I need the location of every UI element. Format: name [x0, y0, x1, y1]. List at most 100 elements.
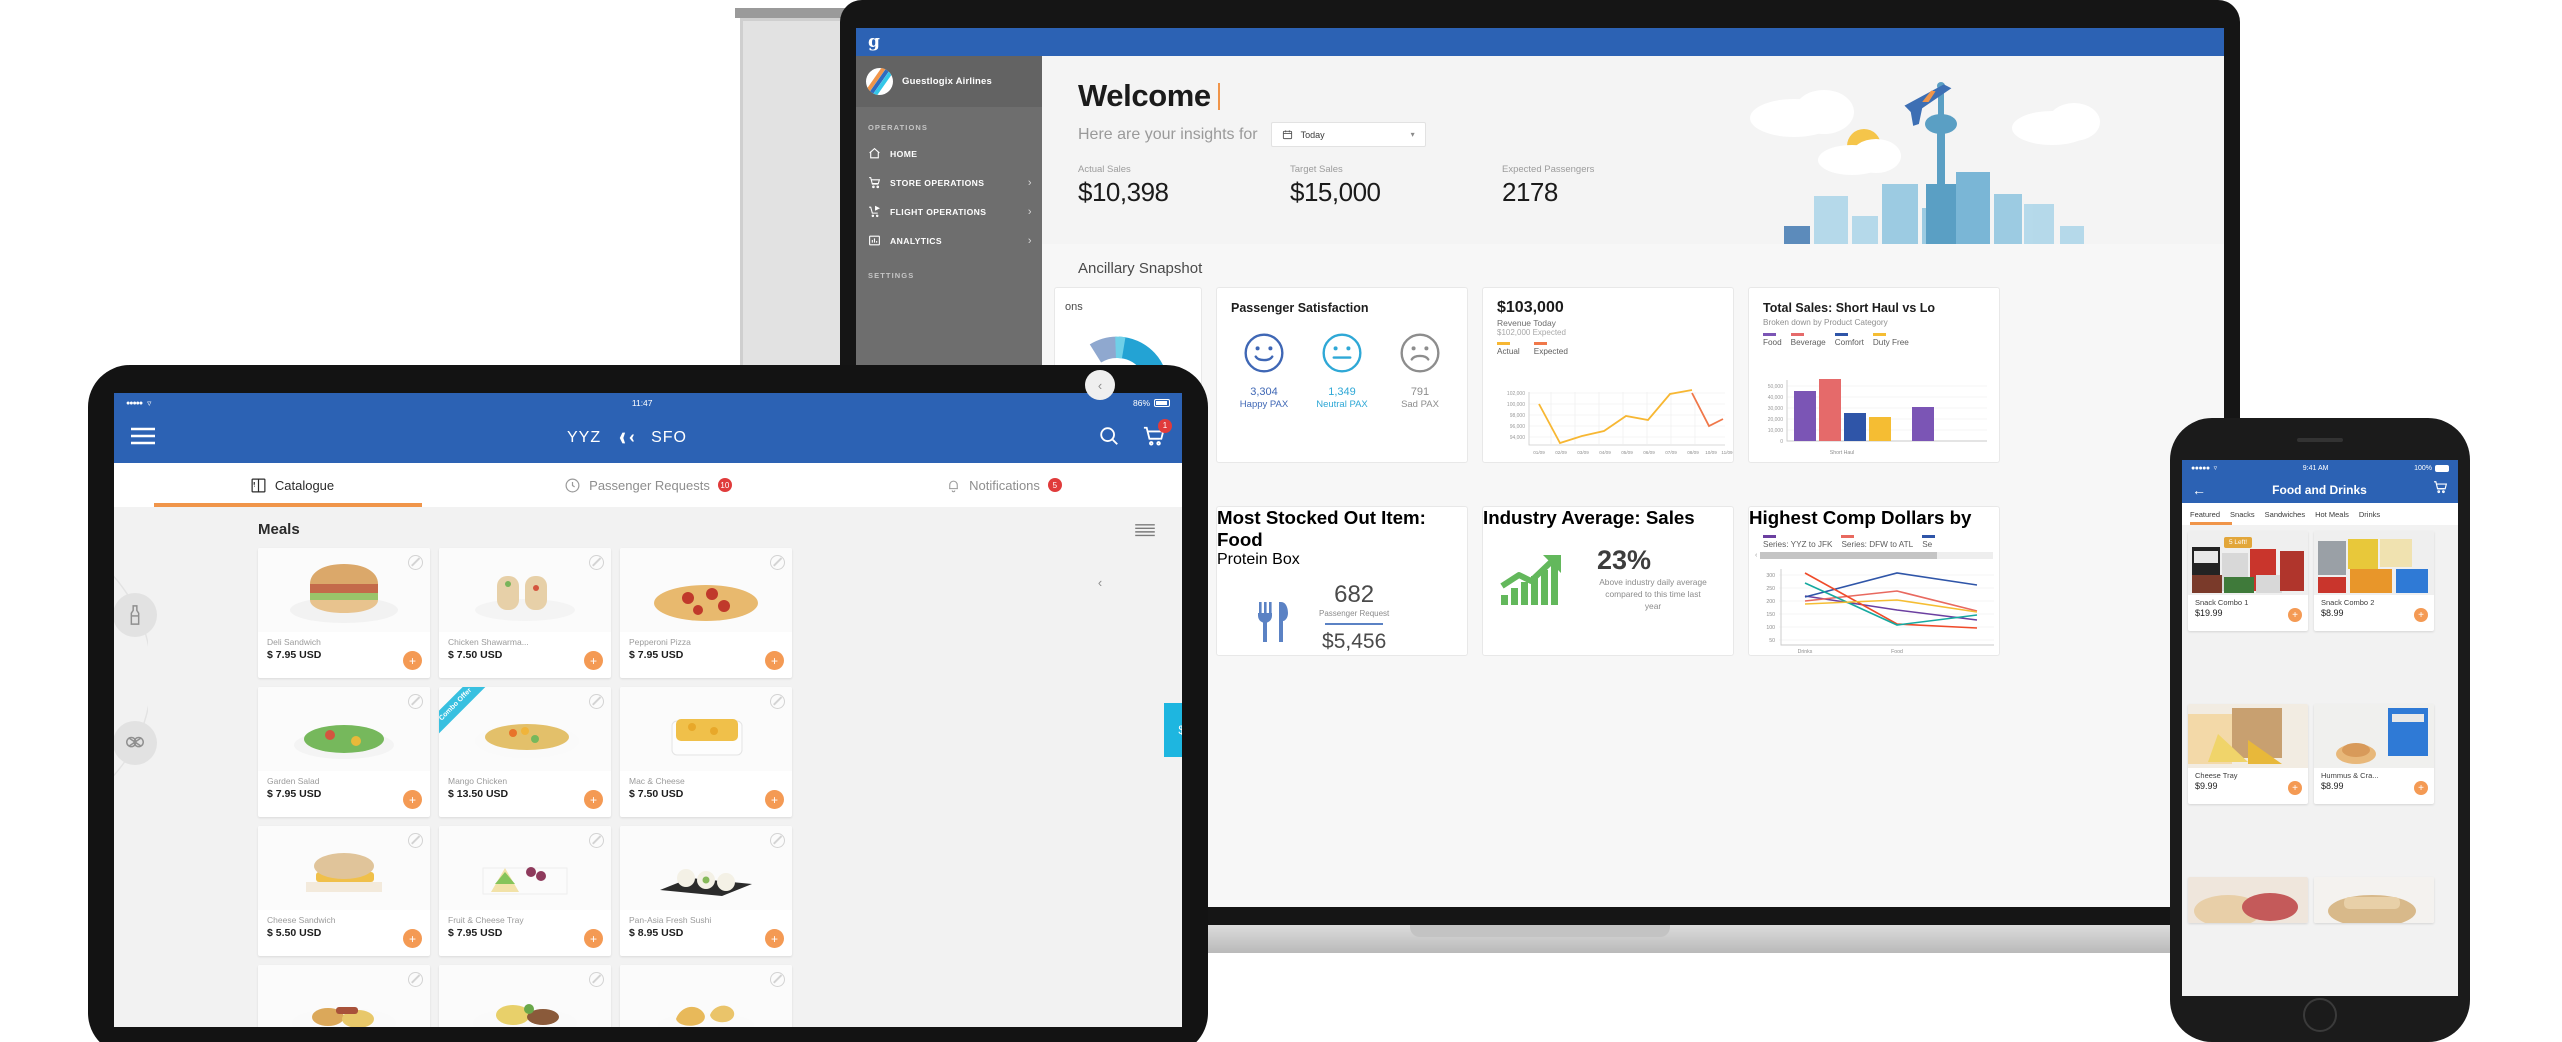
bell-icon — [949, 480, 958, 492]
carousel-prev-button[interactable]: ‹ — [1085, 370, 1115, 400]
phone-product-card[interactable] — [2314, 877, 2434, 923]
add-to-cart-button[interactable]: + — [2414, 608, 2428, 622]
meal-name: Pepperoni Pizza — [629, 637, 691, 647]
add-to-cart-button[interactable]: + — [584, 651, 603, 670]
phone-product-card[interactable]: Cheese Tray $9.99 + — [2188, 704, 2308, 804]
phone-tab-hot-meals[interactable]: Hot Meals — [2315, 510, 2349, 519]
add-to-cart-button[interactable]: + — [765, 790, 784, 809]
tablet-status-bar: ●●●●● ▿ 11:47 86% — [114, 393, 1182, 413]
phone-home-button[interactable] — [2303, 998, 2337, 1032]
tab-notifications[interactable]: Notifications 5 — [826, 477, 1182, 494]
phone-status-bar: ●●●●● ▿ 9:41 AM 100% — [2182, 460, 2458, 476]
comp-dollars-line-chart: 300250200 15010050 Drinks Food — [1766, 569, 1994, 655]
chart-hscrollbar[interactable]: ‹ — [1755, 551, 1993, 560]
meal-card[interactable]: Garden Salad $ 7.95 USD + — [258, 687, 430, 817]
meal-card[interactable]: Pan-Asia Fresh Sushi $ 8.95 USD + — [620, 826, 792, 956]
meal-card[interactable]: Mac & Cheese $ 7.50 USD + — [620, 687, 792, 817]
svg-text:102,000: 102,000 — [1507, 391, 1525, 397]
add-to-cart-button[interactable]: + — [403, 651, 422, 670]
meal-name: Garden Salad — [267, 776, 320, 786]
kpi-value: $15,000 — [1290, 177, 1381, 207]
chevron-right-icon: › — [1027, 234, 1032, 247]
add-to-cart-button[interactable]: + — [2288, 781, 2302, 795]
plane-icon — [616, 432, 635, 444]
kpi-label: Target Sales — [1290, 164, 1343, 175]
add-to-cart-button[interactable]: + — [765, 651, 784, 670]
flight-route: YYZ SFO — [156, 429, 1098, 447]
card-comp-dollars: Highest Comp Dollars by Series: YYZ to J… — [1748, 506, 2000, 656]
add-to-cart-button[interactable]: + — [403, 790, 422, 809]
meal-name: Mango Chicken — [448, 776, 508, 786]
sidebar-item-home[interactable]: HOME — [856, 139, 1042, 168]
stocked-out-lost-label: in Opportunity Lost — [1319, 654, 1389, 655]
airplane-icon — [1904, 84, 1952, 126]
notifications-badge: 5 — [1047, 478, 1062, 492]
meal-image — [439, 826, 611, 910]
add-to-cart-button[interactable]: + — [2288, 608, 2302, 622]
svg-text:98,000: 98,000 — [1510, 413, 1526, 419]
card-revenue-today: $103,000 Revenue Today $102,000 Expected… — [1482, 287, 1734, 463]
meal-card[interactable]: Pepperoni Pizza $ 7.95 USD + — [620, 548, 792, 678]
phone-product-card[interactable]: Hummus & Cra... $8.99 + — [2314, 704, 2434, 804]
product-image — [2314, 704, 2434, 768]
date-filter-dropdown[interactable]: Today ▾ — [1270, 122, 1426, 147]
meal-card[interactable]: Fruit & Cheese Tray $ 7.95 USD + — [439, 826, 611, 956]
hamburger-icon[interactable] — [130, 426, 156, 451]
menu-book-icon — [251, 478, 266, 492]
phone-tab-snacks[interactable]: Snacks — [2230, 510, 2255, 519]
battery-icon — [2435, 464, 2449, 472]
cart-icon[interactable]: 1 — [1142, 418, 1172, 452]
svg-text:20,000: 20,000 — [1768, 417, 1784, 423]
back-icon[interactable]: ← — [2192, 482, 2206, 498]
fab-option-bottle[interactable] — [114, 593, 157, 637]
ancillary-card-row: ons ‹ Passenger Satisfaction 3,304 Happy… — [1042, 287, 2224, 463]
stocked-out-title: Most Stocked Out Item: Food — [1217, 507, 1426, 550]
add-to-cart-button[interactable]: + — [403, 929, 422, 948]
add-to-cart-button[interactable]: + — [584, 929, 603, 948]
meal-card[interactable]: Deli Sandwich $ 7.95 USD + — [258, 548, 430, 678]
meal-card[interactable]: Cheese Sandwich $ 5.50 USD + — [258, 826, 430, 956]
fab-option-pretzel[interactable] — [114, 721, 157, 765]
face-sad: 791 Sad PAX — [1385, 331, 1455, 410]
unavailable-icon — [770, 972, 785, 987]
meal-name: Deli Sandwich — [267, 637, 321, 647]
card-most-stocked-out: Most Stocked Out Item: Food Protein Box — [1216, 506, 1468, 656]
meal-card[interactable]: Combo Offer Mango Chicken $ 13.50 USD + — [439, 687, 611, 817]
chevron-down-icon: ▾ — [1410, 130, 1415, 139]
svg-text:01/09: 01/09 — [1533, 450, 1545, 455]
stocked-out-requests: 682 — [1334, 581, 1375, 608]
tab-catalogue[interactable]: Catalogue — [114, 477, 470, 494]
phone-product-card[interactable]: Snack Combo 2 $8.99 + — [2314, 531, 2434, 631]
sidebar-label-store-operations: STORE OPERATIONS — [890, 177, 985, 188]
sad-caption: Sad PAX — [1401, 399, 1439, 410]
list-view-icon[interactable] — [1134, 523, 1156, 539]
phone-tab-featured[interactable]: Featured — [2190, 510, 2220, 519]
phone-tab-sandwiches[interactable]: Sandwiches — [2265, 510, 2305, 519]
meal-card[interactable]: Milano Croissant$ 5 USD+ — [620, 965, 792, 1027]
add-to-cart-button[interactable]: + — [584, 790, 603, 809]
bottle-icon — [130, 605, 140, 625]
meal-card[interactable]: Chicken Shawarma... $ 7.50 USD + — [439, 548, 611, 678]
meal-card[interactable]: Dinner Tray$ 13.50 USD+ — [439, 965, 611, 1027]
sidebar-item-store-operations[interactable]: STORE OPERATIONS › — [856, 168, 1042, 197]
meal-card[interactable]: Breakfast Tray$ 11 USD+ — [258, 965, 430, 1027]
guestlogix-logo-icon: g — [868, 31, 880, 52]
add-to-cart-button[interactable]: + — [2414, 781, 2428, 795]
phone-tab-drinks[interactable]: Drinks — [2359, 510, 2380, 519]
sidebar-item-analytics[interactable]: ANALYTICS › — [856, 226, 1042, 255]
phone-product-card[interactable]: 5 Left! Snack Combo 1 $19.99 + — [2188, 531, 2308, 631]
sidebar-item-flight-operations[interactable]: FLIGHT OPERATIONS › — [856, 197, 1042, 226]
search-icon[interactable] — [1098, 425, 1120, 452]
laptop-notch — [1410, 925, 1670, 937]
phone-product-card[interactable] — [2188, 877, 2308, 923]
carousel-prev-button-2[interactable]: ‹ — [1085, 567, 1115, 597]
meal-image — [258, 548, 430, 632]
svg-text:150: 150 — [1766, 612, 1775, 618]
tab-passenger-requests[interactable]: Passenger Requests 10 — [470, 477, 826, 494]
tablet-screen: ●●●●● ▿ 11:47 86% YYZ SFO 1 Catalogue Pa… — [114, 393, 1182, 1027]
face-happy: 3,304 Happy PAX — [1229, 331, 1299, 410]
add-to-cart-button[interactable]: + — [765, 929, 784, 948]
comp-dollars-title: Highest Comp Dollars by — [1749, 507, 1972, 528]
svg-text:300: 300 — [1766, 573, 1775, 579]
cart-icon[interactable] — [2433, 480, 2448, 499]
